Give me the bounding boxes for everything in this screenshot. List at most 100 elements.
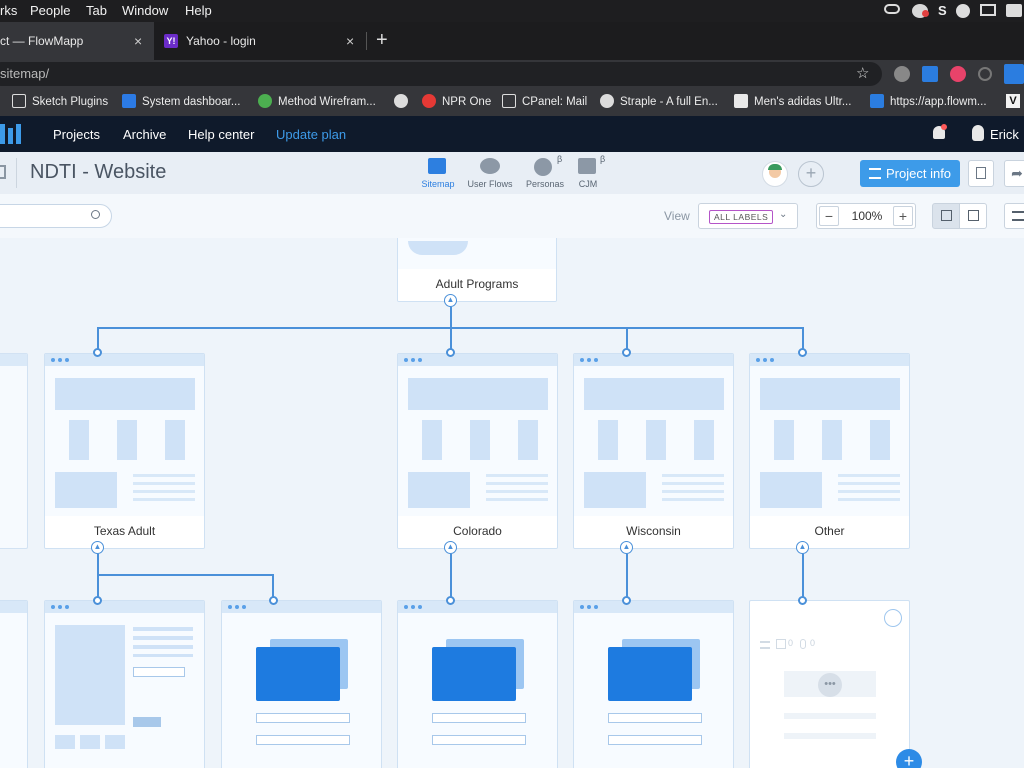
- sitemap-canvas[interactable]: Adult Programs ▲ Texas Adult Colorado Wi…: [0, 238, 1024, 768]
- bookmark-item[interactable]: Straple - A full En...: [600, 94, 718, 108]
- sitemap-card-other[interactable]: Other: [749, 353, 910, 549]
- list-view-button[interactable]: [1004, 203, 1024, 229]
- menu-help[interactable]: Help: [185, 3, 212, 18]
- close-icon[interactable]: ×: [346, 22, 354, 60]
- collapse-node-icon[interactable]: ▲: [444, 294, 457, 307]
- collapse-node-icon[interactable]: ▲: [91, 541, 104, 554]
- bookmark-item[interactable]: Sketch Plugins: [12, 94, 108, 108]
- more-options-button[interactable]: •••: [818, 673, 842, 697]
- airplay-icon[interactable]: [980, 4, 996, 16]
- sitemap-card-texas-adult[interactable]: Texas Adult: [44, 353, 205, 549]
- creative-cloud-icon[interactable]: [956, 4, 970, 18]
- bookmark-item[interactable]: Men's adidas Ultr...: [734, 94, 851, 108]
- extension-icon[interactable]: [922, 66, 938, 82]
- bookmark-item[interactable]: System dashboar...: [122, 94, 240, 108]
- extension-icon[interactable]: [950, 66, 966, 82]
- personas-icon: [534, 158, 552, 176]
- connection-node[interactable]: [93, 348, 102, 357]
- credit-card-icon: [432, 647, 516, 701]
- connection-node[interactable]: [622, 348, 631, 357]
- sitemap-card-payment[interactable]: [397, 600, 558, 768]
- bookmark-item[interactable]: NPR One: [422, 94, 491, 108]
- tab-cjm[interactable]: β CJM: [568, 154, 608, 192]
- menu-tab[interactable]: Tab: [86, 3, 107, 18]
- tab-user-flows[interactable]: User Flows: [464, 156, 516, 192]
- bookmark-item[interactable]: CPanel: Mail: [502, 94, 587, 108]
- bookmark-item[interactable]: [394, 94, 414, 108]
- sitemap-card-placeholder[interactable]: 0 0 •••: [749, 600, 910, 768]
- search-input[interactable]: [0, 204, 112, 228]
- connection-node[interactable]: [93, 596, 102, 605]
- zoom-out-button[interactable]: −: [819, 206, 839, 226]
- add-member-button[interactable]: +: [798, 161, 824, 187]
- select-card-checkbox[interactable]: [884, 609, 902, 627]
- tab-sitemap[interactable]: Sitemap: [415, 156, 461, 192]
- menu-window[interactable]: Window: [122, 3, 168, 18]
- connector-line: [450, 307, 452, 328]
- labels-select[interactable]: ALL LABELS ⌄: [698, 203, 798, 229]
- wireframe-input-icon: [256, 713, 350, 723]
- extension-new-icon[interactable]: [1004, 64, 1024, 84]
- tab-personas[interactable]: β Personas: [522, 154, 568, 192]
- sitemap-card-root[interactable]: Adult Programs: [397, 238, 557, 302]
- wireframe-image-icon: [55, 472, 117, 508]
- user-name[interactable]: Erick: [990, 127, 1019, 142]
- sitemap-card-wisconsin[interactable]: Wisconsin: [573, 353, 734, 549]
- wireframe-button-icon: [133, 717, 161, 727]
- extension-icon[interactable]: [894, 66, 910, 82]
- hide-images-button[interactable]: [959, 203, 987, 229]
- glasses-icon[interactable]: [884, 4, 900, 14]
- tab-title: Yahoo - login: [186, 34, 256, 48]
- nav-projects[interactable]: Projects: [53, 127, 100, 142]
- user-flows-icon: [480, 158, 500, 174]
- new-tab-button[interactable]: +: [376, 29, 388, 51]
- wireframe-hero-icon: [408, 378, 548, 410]
- url-field[interactable]: sitemap/ ☆: [0, 62, 882, 86]
- skype-icon[interactable]: S: [938, 3, 947, 18]
- menu-people[interactable]: People: [30, 3, 70, 18]
- connection-node[interactable]: [622, 596, 631, 605]
- connection-node[interactable]: [798, 596, 807, 605]
- nav-help-center[interactable]: Help center: [188, 127, 254, 142]
- bookmark-overflow-icon[interactable]: V: [1006, 94, 1020, 108]
- sitemap-card[interactable]: [0, 353, 28, 549]
- sitemap-card[interactable]: [0, 600, 28, 768]
- project-info-button[interactable]: Project info: [860, 160, 960, 187]
- nav-archive[interactable]: Archive: [123, 127, 166, 142]
- sitemap-card-colorado[interactable]: Colorado: [397, 353, 558, 549]
- close-icon[interactable]: ×: [134, 22, 142, 60]
- share-button[interactable]: ➦: [1004, 160, 1024, 187]
- list-icon: [869, 168, 881, 179]
- bookmark-item[interactable]: Method Wirefram...: [258, 94, 376, 108]
- show-images-button[interactable]: [932, 203, 960, 229]
- message-icon[interactable]: [1006, 4, 1022, 17]
- connection-node[interactable]: [446, 348, 455, 357]
- tab-flowmapp[interactable]: ct — FlowMapp ×: [0, 22, 154, 60]
- export-button[interactable]: [968, 160, 994, 187]
- add-page-button[interactable]: +: [896, 749, 922, 768]
- tab-divider: [366, 32, 367, 50]
- wireframe-input-icon: [608, 713, 702, 723]
- sitemap-card-payment[interactable]: [573, 600, 734, 768]
- collapse-node-icon[interactable]: ▲: [620, 541, 633, 554]
- sitemap-card-payment[interactable]: [221, 600, 382, 768]
- connection-node[interactable]: [269, 596, 278, 605]
- collapse-node-icon[interactable]: ▲: [444, 541, 457, 554]
- sitemap-grid-icon[interactable]: [0, 165, 6, 179]
- bookmark-item[interactable]: https://app.flowm...: [870, 94, 987, 108]
- avatar[interactable]: [762, 161, 788, 187]
- nav-update-plan[interactable]: Update plan: [276, 127, 346, 142]
- connection-node[interactable]: [798, 348, 807, 357]
- menu-bookmarks[interactable]: rks: [0, 3, 17, 18]
- tab-yahoo[interactable]: Y! Yahoo - login ×: [154, 22, 364, 60]
- sitemap-card-detail[interactable]: [44, 600, 205, 768]
- connection-node[interactable]: [446, 596, 455, 605]
- user-avatar-icon[interactable]: [972, 125, 984, 141]
- wireframe-hero-icon: [760, 378, 900, 410]
- extension-icon[interactable]: [978, 67, 992, 81]
- zoom-in-button[interactable]: +: [893, 206, 913, 226]
- collapse-node-icon[interactable]: ▲: [796, 541, 809, 554]
- tab-title: ct — FlowMapp: [0, 34, 84, 48]
- star-icon[interactable]: ☆: [856, 62, 869, 86]
- flowmapp-logo[interactable]: [0, 124, 26, 144]
